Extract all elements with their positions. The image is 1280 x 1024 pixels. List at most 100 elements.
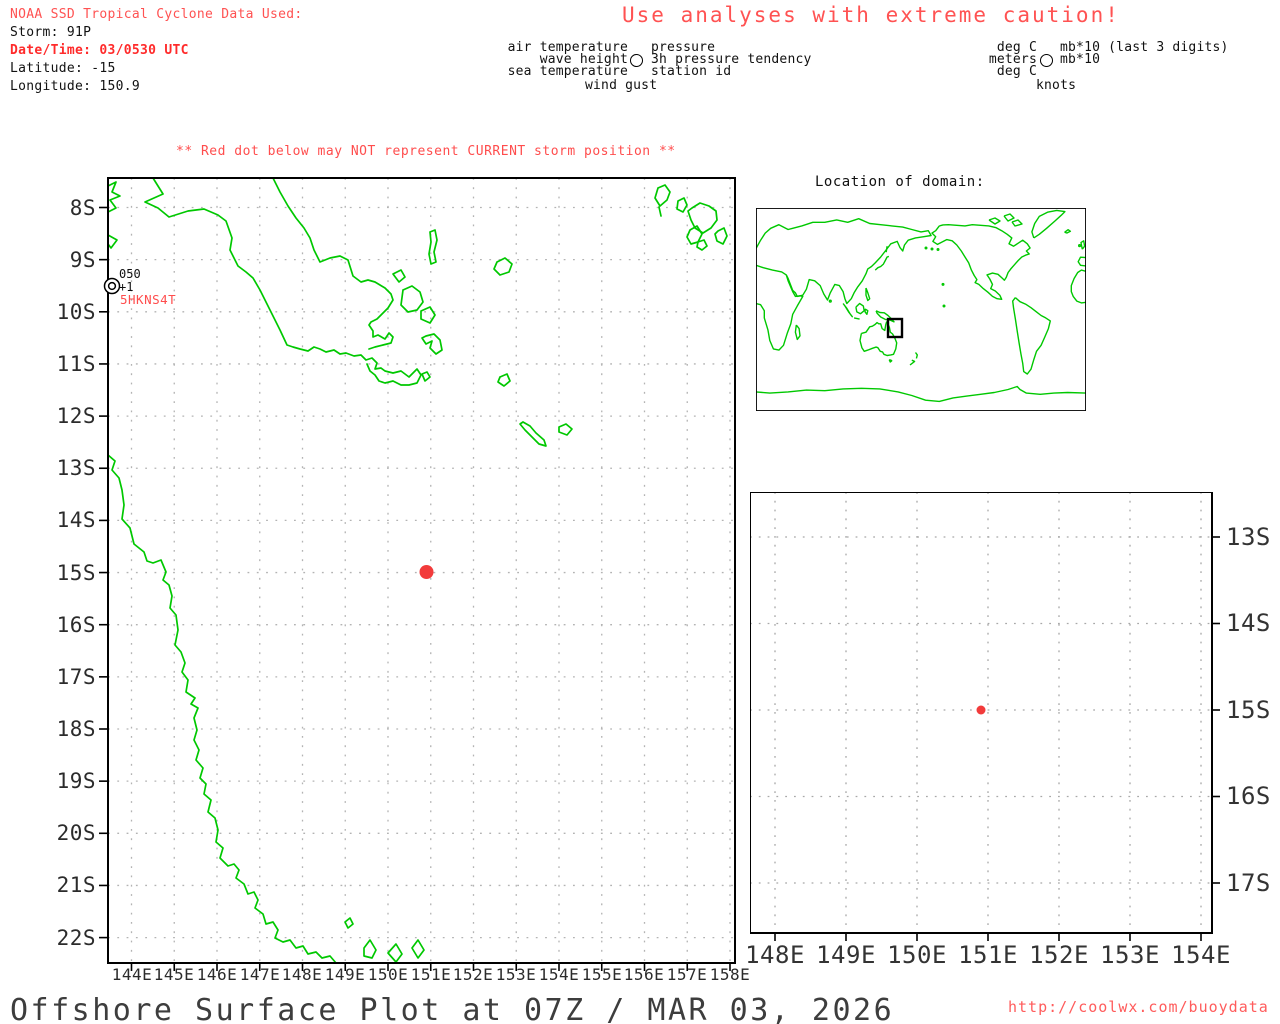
sakhalin (885, 246, 888, 253)
new-zealand (909, 359, 916, 366)
iberia-edge (1077, 256, 1086, 267)
y-tick-label: 10S (56, 300, 96, 324)
pacific-island (941, 282, 945, 286)
africa-coast (756, 264, 804, 351)
australia (859, 321, 898, 357)
y-tick-label: 20S (56, 821, 96, 845)
island (676, 197, 688, 213)
coastal-island (387, 943, 403, 963)
island (420, 306, 436, 324)
buoy-station-symbol (103, 277, 121, 295)
png-north-coastline (272, 177, 394, 350)
island (421, 333, 443, 355)
datetime-line: Date/Time: 03/0530 UTC (10, 43, 189, 58)
y-tick-label: 8S (69, 196, 96, 220)
island (400, 285, 424, 313)
x-tick-label: 154E (1171, 941, 1231, 969)
latitude-line: Latitude: -15 (10, 61, 116, 76)
ireland (1078, 243, 1082, 248)
iceland (1064, 229, 1072, 234)
new-zealand (914, 352, 919, 359)
page-title: Offshore Surface Plot at 07Z / MAR 03, 2… (10, 993, 895, 1024)
storm-id-line: Storm: 91P (10, 25, 92, 40)
y-tick-label: 13S (1226, 523, 1271, 551)
png-corner-coast (107, 234, 118, 249)
y-tick-label: 16S (56, 613, 96, 637)
arctic-island (1011, 219, 1023, 227)
y-tick-label: 14S (1226, 609, 1271, 637)
png-south-coastline (144, 177, 422, 386)
storm-position-warning: ** Red dot below may NOT represent CURRE… (176, 144, 676, 159)
y-tick-label: 17S (56, 665, 96, 689)
y-tick-label: 19S (56, 769, 96, 793)
sumatra (842, 303, 854, 318)
inset-map-ticks (774, 536, 1220, 941)
sulawesi (864, 308, 869, 316)
aleutian-island (924, 246, 928, 250)
y-tick-label: 11S (56, 352, 96, 376)
storm-position-dot (976, 705, 986, 715)
queensland-coastline (107, 454, 337, 964)
legend-sea-temperature: sea temperature (507, 64, 628, 79)
station-circle-icon (630, 54, 643, 67)
antarctica-coast (756, 385, 1086, 403)
world-locator-map (756, 208, 1086, 411)
island (392, 269, 406, 283)
sri-lanka (828, 299, 832, 303)
source-url-link[interactable]: http://coolwx.com/buoydata (1008, 998, 1269, 1016)
units-mb10: mb*10 (1060, 52, 1101, 67)
world-coastlines (756, 209, 1086, 403)
storm-position-dot (419, 565, 434, 579)
island (714, 227, 728, 245)
borneo (855, 302, 865, 315)
longitude-line: Longitude: 150.9 (10, 79, 141, 94)
main-map-ticks (99, 206, 731, 971)
island (493, 257, 513, 276)
inset-zoom-map (750, 492, 1220, 941)
y-tick-label: 14S (56, 508, 96, 532)
units-deg-c-sea: deg C (996, 64, 1037, 79)
madagascar (794, 324, 801, 341)
arctic-island (988, 217, 1001, 225)
java (853, 317, 860, 320)
aleutian-island (936, 248, 940, 252)
south-america-coast (1012, 297, 1051, 375)
legend-wind-gust: wind gust (585, 78, 658, 93)
coastal-island (363, 939, 377, 959)
coastlines-green (107, 177, 728, 964)
station-pressure-value: 050 (119, 267, 141, 281)
caution-headline: Use analyses with extreme caution! (622, 3, 1120, 27)
station-circle-icon (1040, 54, 1053, 67)
y-tick-label: 12S (56, 404, 96, 428)
world-map-title: Location of domain: (815, 174, 985, 190)
island (497, 373, 511, 387)
y-tick-label: 15S (56, 561, 96, 585)
island (696, 239, 708, 251)
pacific-island (942, 304, 946, 308)
aleutian-island (930, 247, 934, 251)
island (421, 371, 431, 382)
west-africa-edge (1070, 269, 1086, 304)
philippines (865, 287, 871, 302)
britain (1080, 240, 1086, 250)
north-america-coast (931, 224, 1031, 301)
greenland (1031, 209, 1066, 239)
japan (874, 255, 890, 271)
storm-data-header: NOAA SSD Tropical Cyclone Data Used: Sto… (10, 6, 303, 96)
coastal-island (344, 917, 354, 929)
y-tick-label: 18S (56, 717, 96, 741)
island (658, 206, 662, 217)
island (654, 184, 671, 207)
y-tick-label: 9S (69, 248, 96, 272)
coastal-island (411, 939, 425, 959)
units-knots: knots (1036, 78, 1077, 93)
noaa-source-line: NOAA SSD Tropical Cyclone Data Used: (10, 7, 303, 22)
y-tick-label: 17S (1226, 869, 1271, 897)
y-tick-label: 16S (1226, 782, 1271, 810)
y-tick-label: 15S (1226, 696, 1271, 724)
world-map-frame (756, 208, 1086, 411)
arctic-island (1003, 213, 1015, 222)
island (519, 421, 547, 447)
y-tick-label: 22S (56, 926, 96, 950)
offshore-surface-plot-page: NOAA SSD Tropical Cyclone Data Used: Sto… (0, 0, 1280, 1024)
